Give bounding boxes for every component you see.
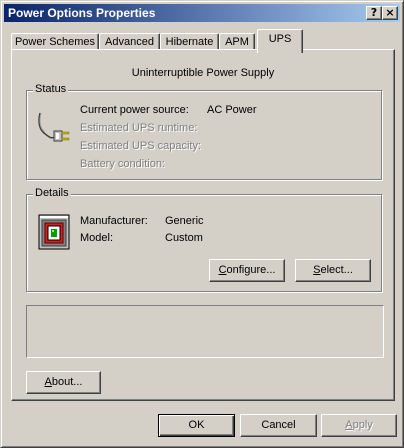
cancel-text: Cancel <box>261 419 296 431</box>
power-plug-icon <box>38 112 70 142</box>
details-group: Details Manufacturer: Generic Model: Cus… <box>26 187 382 292</box>
help-button[interactable]: ? <box>366 6 382 20</box>
current-power-source-value: AC Power <box>207 104 257 116</box>
about-accelerator: A <box>44 376 52 388</box>
power-options-window: Power Options Properties ? × Power Schem… <box>0 0 404 448</box>
configure-button[interactable]: Configure... <box>209 259 285 282</box>
configure-accelerator: C <box>218 264 227 276</box>
tab-ups[interactable]: UPS <box>257 29 303 53</box>
apply-accelerator: A <box>345 419 353 431</box>
help-icon: ? <box>370 6 378 19</box>
ups-info-area <box>26 305 384 358</box>
ok-button[interactable]: OK <box>158 414 235 437</box>
tab-label: Power Schemes <box>14 36 96 48</box>
status-group: Status Current power source: AC Power Es… <box>26 83 382 180</box>
estimated-ups-runtime-label: Estimated UPS runtime: <box>80 122 198 134</box>
ups-panel: Uninterruptible Power Supply Status Curr… <box>11 49 395 401</box>
close-button[interactable]: × <box>382 6 398 20</box>
ups-device-icon <box>38 214 70 250</box>
apply-button[interactable]: Apply <box>321 414 397 437</box>
window-title: Power Options Properties <box>8 6 156 20</box>
battery-condition-label: Battery condition: <box>80 158 165 170</box>
ok-text: OK <box>188 419 205 431</box>
about-button[interactable]: About... <box>26 371 101 394</box>
tab-label: APM <box>225 36 249 48</box>
status-group-label: Status <box>33 83 69 95</box>
panel-heading: Uninterruptible Power Supply <box>131 67 275 79</box>
details-group-label: Details <box>33 187 71 199</box>
tab-label: Hibernate <box>165 36 214 48</box>
cancel-button[interactable]: Cancel <box>240 414 317 437</box>
model-value: Custom <box>165 232 203 244</box>
tab-label: Advanced <box>105 36 154 48</box>
apply-text: pply <box>352 419 373 431</box>
current-power-source-label: Current power source: <box>80 104 189 116</box>
configure-text: onfigure... <box>226 264 276 276</box>
estimated-ups-capacity-label: Estimated UPS capacity: <box>80 140 202 152</box>
select-button[interactable]: Select... <box>295 259 371 282</box>
select-text: elect... <box>320 264 353 276</box>
title-bar[interactable]: Power Options Properties ? × <box>4 4 400 22</box>
tab-label: UPS <box>268 33 292 45</box>
model-label: Model: <box>80 232 114 244</box>
manufacturer-value: Generic <box>165 215 204 227</box>
manufacturer-label: Manufacturer: <box>80 215 148 227</box>
about-text: bout... <box>51 376 83 388</box>
close-icon: × <box>385 6 395 19</box>
